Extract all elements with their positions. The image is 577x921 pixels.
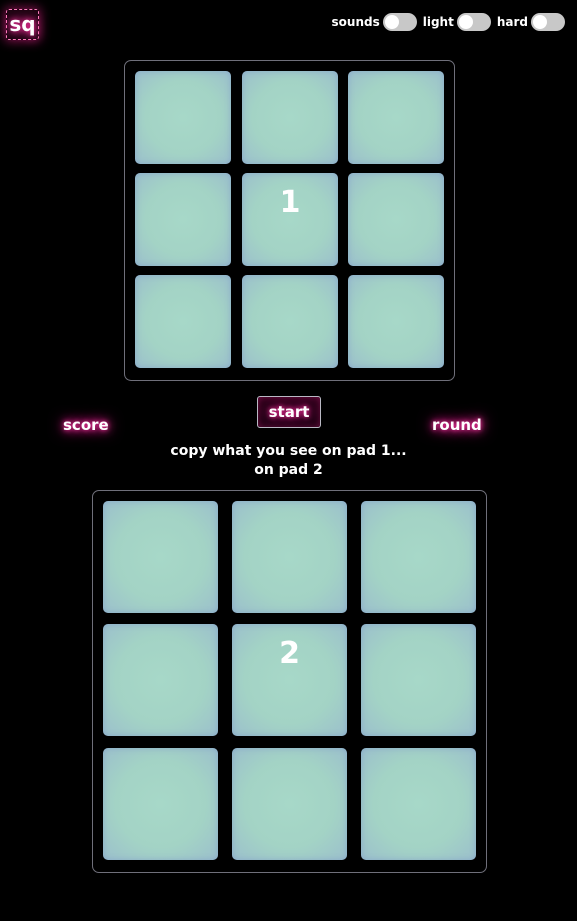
sounds-toggle-label: sounds (331, 15, 380, 29)
instructions: copy what you see on pad 1... on pad 2 (0, 442, 577, 480)
pad-2-cell[interactable] (103, 624, 218, 736)
pad-2-number: 2 (279, 636, 300, 671)
pad-1-cell[interactable] (348, 173, 444, 266)
pad-1-cell[interactable] (348, 275, 444, 368)
pad-2-cell[interactable] (103, 748, 218, 860)
pad-2: 2 (92, 490, 487, 873)
pad-1-cell[interactable] (348, 71, 444, 164)
instructions-line-1: copy what you see on pad 1... (170, 443, 407, 459)
light-toggle-knob (458, 15, 473, 29)
pad-1-number: 1 (279, 185, 301, 220)
sounds-toggle-knob (384, 15, 399, 29)
logo: sq (6, 9, 39, 40)
hard-toggle[interactable] (531, 13, 565, 31)
pad-2-cell[interactable] (232, 501, 347, 613)
pad-1-cell[interactable] (135, 173, 231, 266)
pad-2-cell[interactable] (361, 748, 476, 860)
start-button[interactable]: start (257, 396, 321, 428)
pad-2-cell[interactable] (103, 501, 218, 613)
sounds-toggle-group: sounds (332, 13, 417, 31)
pad-1: 1 (124, 60, 455, 381)
light-toggle[interactable] (456, 13, 491, 31)
settings-toggles: sounds light hard (332, 13, 565, 31)
game-screen: sq sounds light hard 1 start score round… (0, 0, 577, 921)
pad-2-cell[interactable] (361, 624, 476, 736)
hard-toggle-knob (533, 15, 547, 29)
hard-toggle-group: hard (497, 13, 565, 31)
pad-1-cell[interactable] (135, 71, 231, 164)
instructions-line-2: on pad 2 (254, 462, 323, 478)
round-label: round (432, 416, 482, 434)
pad-2-cell[interactable] (361, 501, 476, 613)
light-toggle-label: light (422, 15, 454, 29)
score-label: score (63, 416, 109, 434)
hard-toggle-label: hard (496, 15, 528, 29)
pad-1-cell[interactable] (242, 275, 338, 368)
light-toggle-group: light (423, 13, 491, 31)
pad-1-cell[interactable] (242, 71, 338, 164)
pad-2-cell[interactable] (232, 748, 347, 860)
sounds-toggle[interactable] (382, 13, 417, 31)
pad-1-cell[interactable] (135, 275, 231, 368)
